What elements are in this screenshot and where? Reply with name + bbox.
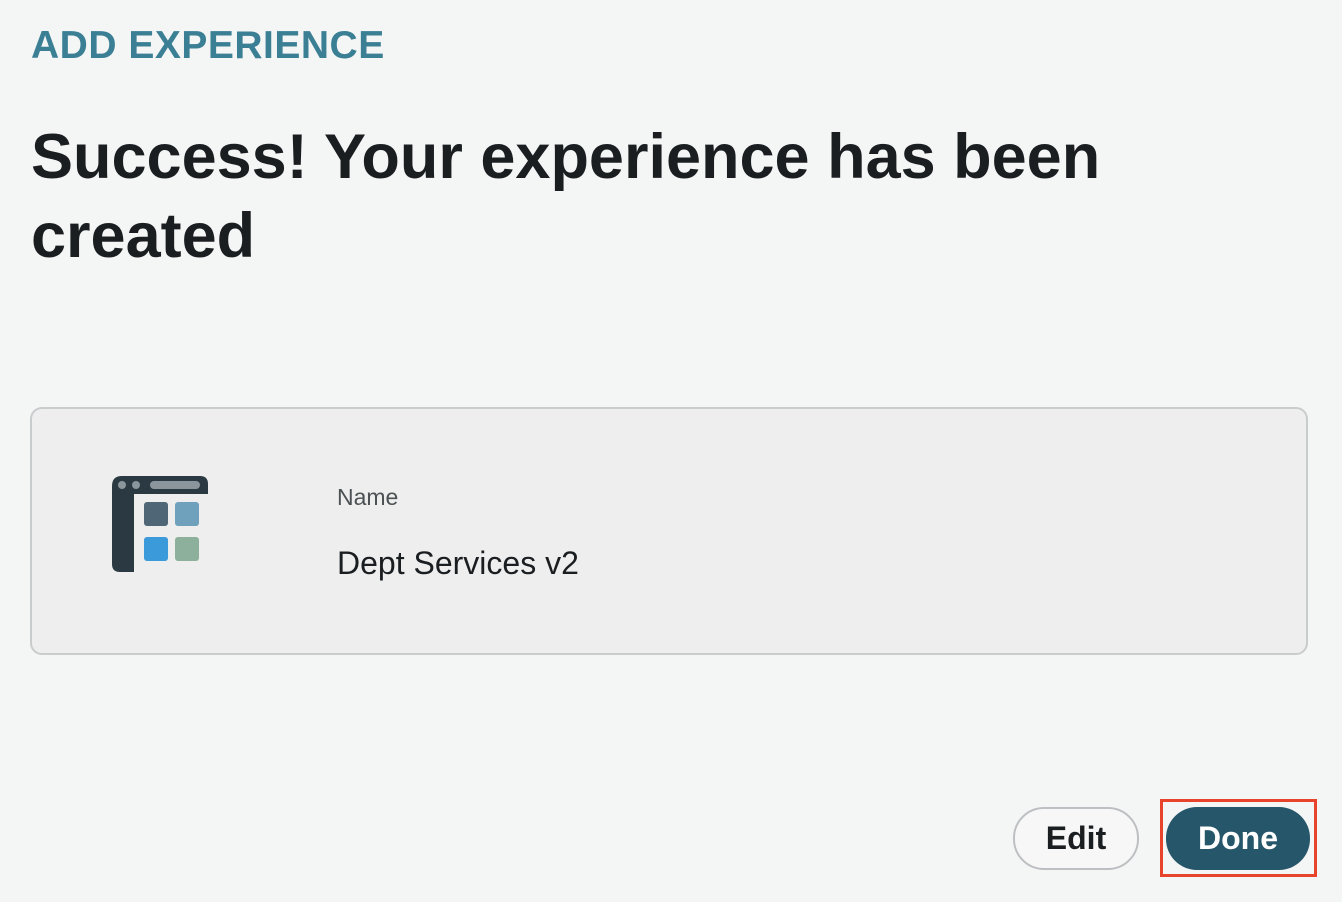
edit-button[interactable]: Edit [1013,807,1139,870]
experience-name-value: Dept Services v2 [337,545,579,581]
experience-card: Name Dept Services v2 [30,407,1308,655]
done-button[interactable]: Done [1166,807,1310,870]
name-label: Name [337,484,399,510]
experience-grid-icon [112,476,208,572]
page-title: Success! Your experience has been create… [31,122,1101,271]
page-eyebrow: ADD EXPERIENCE [31,24,385,67]
